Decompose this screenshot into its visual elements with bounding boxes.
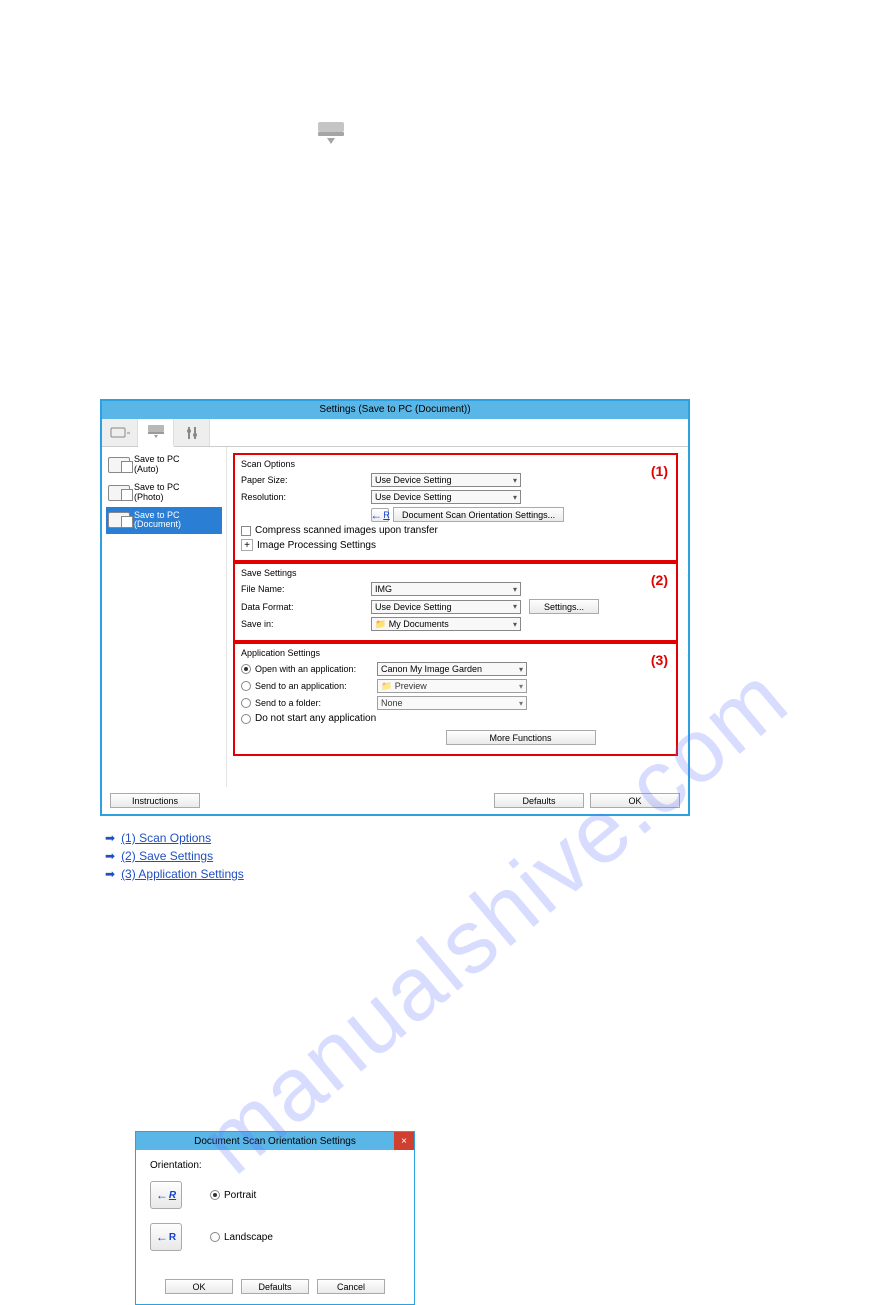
file-name-label: File Name: <box>241 584 371 594</box>
sidebar-item-label: Save to PC(Photo) <box>134 483 180 503</box>
sidebar-item-document[interactable]: Save to PC(Document) <box>106 507 222 535</box>
sidebar-item-label: Save to PC(Document) <box>134 511 181 531</box>
instructions-button[interactable]: Instructions <box>110 793 200 808</box>
tab-save-to-pc[interactable] <box>138 419 174 447</box>
scan-options-heading: Scan Options <box>241 459 670 469</box>
expand-button[interactable]: + <box>241 539 253 551</box>
save-settings-group: (2) Save Settings File Name: IMG▾ Data F… <box>233 562 678 642</box>
save-settings-heading: Save Settings <box>241 568 670 578</box>
defaults-button[interactable]: Defaults <box>494 793 584 808</box>
send-to-folder-select[interactable]: None▾ <box>377 696 527 710</box>
save-to-pc-icon <box>108 485 130 501</box>
portrait-icon: ←R <box>150 1181 182 1209</box>
orientation-settings-button[interactable]: Document Scan Orientation Settings... <box>393 507 564 522</box>
open-with-label: Open with an application: <box>255 664 377 674</box>
arrow-icon: ➡ <box>105 849 115 863</box>
sidebar-item-photo[interactable]: Save to PC(Photo) <box>106 479 222 507</box>
sidebar-item-label: Save to PC(Auto) <box>134 455 180 475</box>
section-number-3: (3) <box>651 652 668 668</box>
landscape-radio[interactable] <box>210 1232 220 1242</box>
dialog-title: Settings (Save to PC (Document)) <box>102 401 688 419</box>
chevron-down-icon: ▾ <box>513 602 517 611</box>
open-with-select[interactable]: Canon My Image Garden▾ <box>377 662 527 676</box>
tab-general[interactable] <box>174 419 210 446</box>
compress-label: Compress scanned images upon transfer <box>255 525 438 536</box>
landscape-icon: ←R <box>150 1223 182 1251</box>
open-with-radio[interactable] <box>241 664 251 674</box>
send-to-app-label: Send to an application: <box>255 681 377 691</box>
portrait-label: Portrait <box>224 1190 256 1201</box>
app-settings-group: (3) Application Settings Open with an ap… <box>233 642 678 756</box>
section-number-1: (1) <box>651 463 668 479</box>
send-to-app-select[interactable]: 📁 Preview▾ <box>377 679 527 693</box>
save-in-label: Save in: <box>241 619 371 629</box>
arrow-icon: ➡ <box>105 867 115 881</box>
close-button[interactable]: × <box>394 1132 414 1150</box>
tab-scan-from-pc[interactable] <box>102 419 138 446</box>
data-format-settings-button[interactable]: Settings... <box>529 599 599 614</box>
send-to-folder-label: Send to a folder: <box>255 698 377 708</box>
data-format-label: Data Format: <box>241 602 371 612</box>
link-app-settings[interactable]: (3) Application Settings <box>121 867 244 881</box>
dialog-footer: Instructions Defaults OK <box>102 787 688 814</box>
chevron-down-icon: ▾ <box>513 620 517 629</box>
sidebar-item-auto[interactable]: Save to PC(Auto) <box>106 451 222 479</box>
resolution-select[interactable]: Use Device Setting▾ <box>371 490 521 504</box>
orientation-dialog: Document Scan Orientation Settings × Ori… <box>135 1131 415 1305</box>
orientation-heading: Orientation: <box>150 1160 400 1171</box>
save-in-select[interactable]: 📁 My Documents▾ <box>371 617 521 631</box>
resolution-label: Resolution: <box>241 492 371 502</box>
chevron-down-icon: ▾ <box>519 682 523 691</box>
link-scan-options[interactable]: (1) Scan Options <box>121 831 211 845</box>
orientation-dialog-title: Document Scan Orientation Settings × <box>136 1132 414 1150</box>
chevron-down-icon: ▾ <box>519 665 523 674</box>
settings-dialog: Settings (Save to PC (Document)) Save to… <box>100 399 690 816</box>
portrait-radio[interactable] <box>210 1190 220 1200</box>
app-settings-heading: Application Settings <box>241 648 670 658</box>
ok-button[interactable]: OK <box>590 793 680 808</box>
more-functions-button[interactable]: More Functions <box>446 730 596 745</box>
orientation-icon: ←R <box>371 508 389 522</box>
orientation-cancel-button[interactable]: Cancel <box>317 1279 385 1294</box>
paper-size-label: Paper Size: <box>241 475 371 485</box>
chevron-down-icon: ▾ <box>513 493 517 502</box>
no-start-label: Do not start any application <box>255 713 376 724</box>
compress-checkbox[interactable] <box>241 526 251 536</box>
section-number-2: (2) <box>651 572 668 588</box>
data-format-select[interactable]: Use Device Setting▾ <box>371 600 521 614</box>
file-name-input[interactable]: IMG▾ <box>371 582 521 596</box>
arrow-icon: ➡ <box>105 831 115 845</box>
paper-size-select[interactable]: Use Device Setting▾ <box>371 473 521 487</box>
link-save-settings[interactable]: (2) Save Settings <box>121 849 213 863</box>
chevron-down-icon: ▾ <box>513 476 517 485</box>
section-links: ➡ (1) Scan Options ➡ (2) Save Settings ➡ (3… <box>105 831 893 881</box>
orientation-defaults-button[interactable]: Defaults <box>241 1279 309 1294</box>
scanner-header-icon <box>315 120 893 149</box>
scan-options-group: (1) Scan Options Paper Size: Use Device … <box>233 453 678 562</box>
image-processing-label: Image Processing Settings <box>257 540 376 551</box>
no-start-radio[interactable] <box>241 714 251 724</box>
orientation-ok-button[interactable]: OK <box>165 1279 233 1294</box>
dialog-sidebar: Save to PC(Auto) Save to PC(Photo) Save … <box>102 447 227 787</box>
save-to-pc-icon <box>108 457 130 473</box>
dialog-tabs <box>102 419 688 447</box>
send-to-app-radio[interactable] <box>241 681 251 691</box>
send-to-folder-radio[interactable] <box>241 698 251 708</box>
chevron-down-icon: ▾ <box>513 585 517 594</box>
landscape-label: Landscape <box>224 1232 273 1243</box>
chevron-down-icon: ▾ <box>519 699 523 708</box>
save-to-pc-icon <box>108 512 130 528</box>
